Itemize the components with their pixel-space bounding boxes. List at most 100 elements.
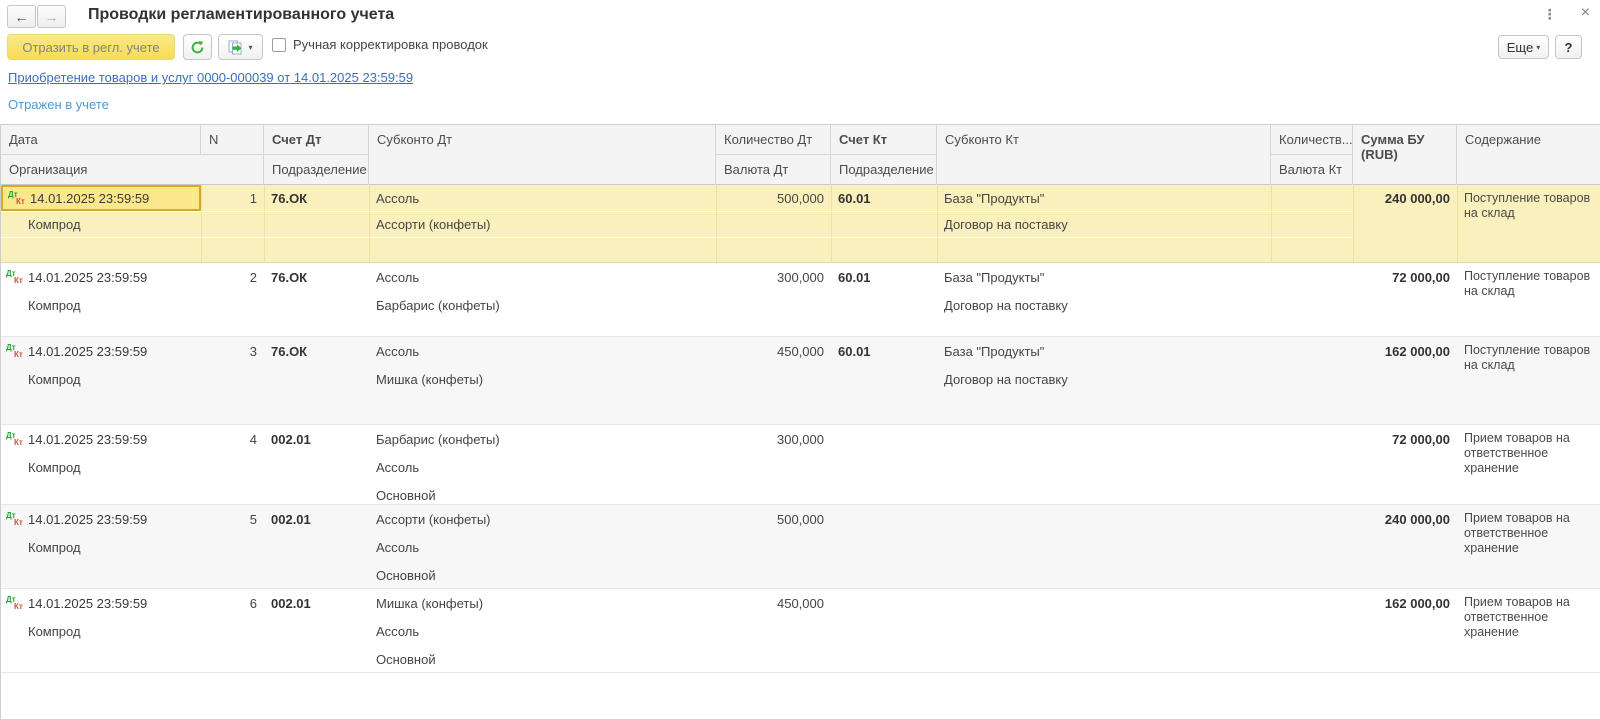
cell-quantity-dt: 450,000 (716, 337, 831, 424)
cell-quantity-dt: 300,000 (716, 425, 831, 504)
reflect-in-accounting-button[interactable]: Отразить в регл. учете (7, 34, 175, 60)
cell-number: 1 (201, 185, 264, 262)
refresh-icon (190, 40, 205, 55)
cell-subconto-kt (937, 589, 1271, 672)
cell-account-kt (831, 425, 937, 504)
col-header-subconto-dt: Субконто Дт (369, 125, 716, 185)
dt-kt-icon: ДтКт (8, 191, 25, 206)
table-header: Дата N Организация Счет Дт Подразделение… (1, 125, 1600, 185)
cell-subconto-kt (937, 505, 1271, 588)
refresh-button[interactable] (183, 34, 212, 60)
entries-window: ← → Проводки регламентированного учета ⋮… (0, 0, 1600, 719)
cell-subconto-dt: Ассоль Мишка (конфеты) (369, 337, 716, 424)
col-header-quantity-dt: Количество Дт (716, 125, 831, 155)
cell-number: 4 (201, 425, 264, 504)
cell-amount: 72 000,00 (1353, 425, 1457, 504)
col-header-amount: Сумма БУ (RUB) (1353, 125, 1457, 185)
cell-organization: Компрод (1, 211, 201, 237)
cell-amount: 240 000,00 (1353, 505, 1457, 588)
cell-amount: 72 000,00 (1353, 263, 1457, 336)
row-gridline (1, 237, 1353, 238)
cell-subconto-dt: Ассоль Барбарис (конфеты) (369, 263, 716, 336)
cell-date-org: ДтКт 14.01.2025 23:59:59 Компрод (1, 505, 201, 588)
cell-subconto-kt: База "Продукты" Договор на поставку (937, 263, 1271, 336)
dt-kt-icon: ДтКт (6, 596, 23, 611)
cell-quantity-dt: 300,000 (716, 263, 831, 336)
cell-organization: Компрод (1, 617, 201, 645)
back-arrow-icon: ← (15, 9, 29, 25)
dt-kt-icon: ДтКт (6, 512, 23, 527)
dt-kt-icon: ДтКт (6, 432, 23, 447)
col-header-number: N (201, 125, 264, 155)
cell-organization: Компрод (1, 533, 201, 561)
cell-amount: 162 000,00 (1353, 337, 1457, 424)
cell-account-dt: 76.ОК (264, 263, 369, 336)
cell-account-dt: 002.01 (264, 505, 369, 588)
table-row[interactable]: ДтКт 14.01.2025 23:59:59 Компрод 3 76.ОК… (1, 337, 1600, 425)
col-header-subconto-kt: Субконто Кт (937, 125, 1271, 185)
cell-subconto-dt: Ассоль Ассорти (конфеты) (369, 185, 716, 262)
cell-subconto-kt: База "Продукты" Договор на поставку (937, 337, 1271, 424)
entries-table: Дата N Организация Счет Дт Подразделение… (0, 124, 1600, 719)
cell-date-org: ДтКт 14.01.2025 23:59:59 Компрод (1, 589, 201, 672)
col-header-date: Дата (1, 125, 201, 155)
row-gridline (1, 211, 1353, 212)
cell-date-org: ДтКт 14.01.2025 23:59:59 Компрод (1, 263, 201, 336)
toolbar: Отразить в регл. учете ▾ Ручная корректи… (0, 32, 1600, 62)
cell-account-kt (831, 505, 937, 588)
more-button[interactable]: Еще ▾ (1498, 35, 1549, 59)
cell-number: 3 (201, 337, 264, 424)
close-icon[interactable]: × (1581, 6, 1590, 23)
forward-arrow-icon: → (45, 9, 59, 25)
cell-amount: 162 000,00 (1353, 589, 1457, 672)
col-header-content: Содержание (1457, 125, 1600, 185)
table-row[interactable]: ДтКт 14.01.2025 23:59:59 Компрод 6 002.0… (1, 589, 1600, 673)
title-bar: ← → Проводки регламентированного учета ⋮… (0, 0, 1600, 30)
row-gridline (1271, 185, 1272, 262)
col-header-currency-kt: Валюта Кт (1271, 155, 1353, 185)
col-header-account-dt: Счет Дт (264, 125, 369, 155)
manual-adjustment-checkbox-wrap[interactable]: Ручная корректировка проводок (272, 37, 488, 52)
cell-quantity-dt: 450,000 (716, 589, 831, 672)
cell-organization: Компрод (1, 453, 201, 481)
back-button[interactable]: ← (7, 5, 36, 28)
cell-content: Поступление товаров на склад (1457, 185, 1600, 262)
cell-organization: Компрод (1, 291, 201, 319)
window-menu-icon[interactable]: ⋮ (1543, 6, 1557, 23)
table-row[interactable]: ДтКт 14.01.2025 23:59:59 Компрод 4 002.0… (1, 425, 1600, 505)
col-header-currency-dt: Валюта Дт (716, 155, 831, 185)
dt-kt-icon: ДтКт (6, 344, 23, 359)
table-row[interactable]: ДтКт 14.01.2025 23:59:59 Компрод 5 002.0… (1, 505, 1600, 589)
cell-quantity-dt: 500,000 (716, 505, 831, 588)
cell-subconto-dt: Барбарис (конфеты) Ассоль Основной (369, 425, 716, 504)
cell-date-org: ДтКт 14.01.2025 23:59:59 Компрод (1, 337, 201, 424)
page-title: Проводки регламентированного учета (88, 6, 394, 24)
table-row[interactable]: ДтКт 14.01.2025 23:59:59 Компрод 2 76.ОК… (1, 263, 1600, 337)
cell-account-dt: 002.01 (264, 589, 369, 672)
cell-account-dt: 76.ОК (264, 185, 369, 262)
forward-button[interactable]: → (37, 5, 66, 28)
col-header-division-kt: Подразделение ... (831, 155, 937, 185)
cell-content: Прием товаров на ответственное хранение (1457, 425, 1600, 504)
cell-subconto-dt: Ассорти (конфеты) Ассоль Основной (369, 505, 716, 588)
cell-subconto-kt: База "Продукты" Договор на поставку (937, 185, 1271, 262)
help-button[interactable]: ? (1555, 35, 1582, 59)
chevron-down-icon: ▾ (1536, 43, 1540, 52)
cell-quantity-dt: 500,000 (716, 185, 831, 262)
cell-date-org: ДтКт 14.01.2025 23:59:59 Компрод (1, 185, 201, 262)
source-document-link[interactable]: Приобретение товаров и услуг 0000-000039… (8, 70, 413, 85)
cell-account-kt: 60.01 (831, 263, 937, 336)
cell-account-dt: 002.01 (264, 425, 369, 504)
cell-organization: Компрод (1, 365, 201, 393)
reflect-document-dropdown-button[interactable]: ▾ (218, 34, 263, 60)
document-reflect-icon (228, 40, 245, 55)
cell-subconto-kt (937, 425, 1271, 504)
manual-adjustment-checkbox[interactable] (272, 38, 286, 52)
cell-content: Поступление товаров на склад (1457, 263, 1600, 336)
dt-kt-icon: ДтКт (6, 270, 23, 285)
selected-cell[interactable]: ДтКт 14.01.2025 23:59:59 (1, 185, 201, 211)
table-row[interactable]: ДтКт 14.01.2025 23:59:59 Компрод 1 76.ОК… (1, 185, 1600, 263)
col-header-division-dt: Подразделение... (264, 155, 369, 185)
table-body: ДтКт 14.01.2025 23:59:59 Компрод 1 76.ОК… (1, 185, 1600, 673)
cell-number: 6 (201, 589, 264, 672)
